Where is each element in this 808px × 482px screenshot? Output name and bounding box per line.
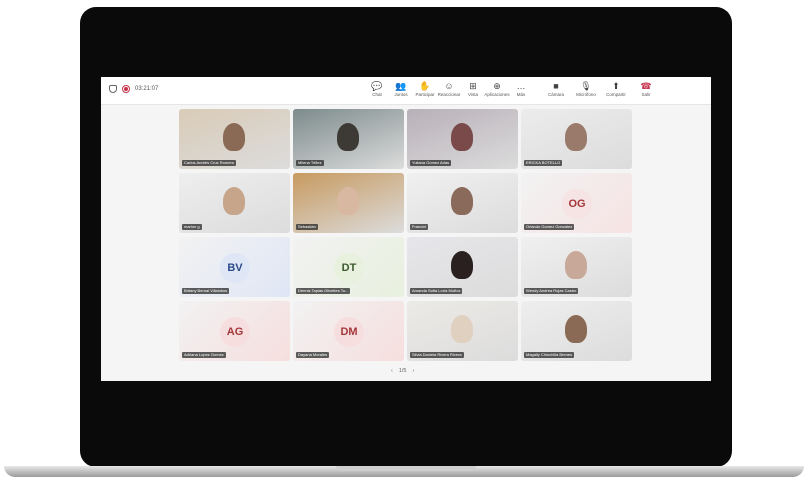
participant-tile[interactable]: Silvia Daniela Rivera Rivera (407, 301, 518, 361)
meeting-toolbar: 03:21:07 💬 Chat 👥 Juntos ✋ Participar ☺ Reaccio… (101, 77, 711, 105)
participant-figure (337, 123, 359, 151)
more-button[interactable]: … Más (509, 80, 533, 97)
toolbar-label: Reaccionar (437, 92, 461, 97)
participant-tile[interactable]: AG Adriana Lopez Gomez (179, 301, 290, 361)
participant-tile[interactable]: ERICKA BOTELLO (521, 109, 632, 169)
participant-tile[interactable]: DM Dayana Morales (293, 301, 404, 361)
toolbar-label: Juntos (394, 92, 408, 97)
participant-figure (451, 123, 473, 151)
participant-tile[interactable]: Magally Chinchilla Brenes (521, 301, 632, 361)
chat-button[interactable]: 💬 Chat (365, 80, 389, 97)
apps-icon: ⊕ (493, 81, 501, 91)
participant-name: Milena Téllez (296, 160, 324, 166)
participant-tile[interactable]: Sebastián (293, 173, 404, 233)
participant-figure (565, 123, 587, 151)
raise-hand-icon: ✋ (419, 81, 431, 91)
participant-name: Carlos Andrés Cruz Romero (182, 160, 237, 166)
participant-name: Adriana Lopez Gomez (182, 352, 226, 358)
participant-tile[interactable]: DT Dennis Tapias Olivettes To... (293, 237, 404, 297)
participant-figure (451, 187, 473, 215)
leave-icon: ☎ (640, 81, 652, 91)
people-icon: 👥 (395, 81, 407, 91)
react-icon: ☺ (444, 81, 454, 91)
view-button[interactable]: ⊞ Vista (461, 80, 485, 97)
toolbar-label: Vista (468, 92, 478, 97)
page-indicator: 1/5 (398, 368, 407, 374)
participant-tile[interactable]: BV Britany Bernal Villalobos (179, 237, 290, 297)
leave-button[interactable]: ☎ Salir (631, 80, 661, 97)
toolbar-label: Compartir (606, 92, 626, 97)
participant-name: Francini (410, 224, 429, 230)
microphone-icon: 🎙 (580, 81, 592, 91)
camera-icon: ■ (553, 81, 559, 91)
toolbar-label: Cámara (547, 92, 564, 97)
participant-tile[interactable]: Amanda Sofia Loría Muñoz (407, 237, 518, 297)
participant-tile[interactable]: Wendy Andrea Rojas Castro (521, 237, 632, 297)
participant-name: Dayana Morales (296, 352, 330, 358)
participant-name: Wendy Andrea Rojas Castro (524, 288, 579, 294)
meeting-timer: 03:21:07 (135, 86, 159, 92)
toolbar-label: Participar (415, 92, 435, 97)
share-button[interactable]: ⬆ Compartir (601, 80, 631, 97)
participant-avatar: DT (334, 253, 364, 283)
participant-avatar: DM (334, 317, 364, 347)
participant-tile[interactable]: Yuliana Gómez Arias (407, 109, 518, 169)
participant-avatar: AG (220, 317, 250, 347)
toolbar-label: Aplicaciones (484, 92, 510, 97)
participant-avatar: BV (220, 253, 250, 283)
next-page-button[interactable]: › (413, 368, 415, 374)
react-button[interactable]: ☺ Reaccionar (437, 80, 461, 97)
participant-tile[interactable]: Francini (407, 173, 518, 233)
chat-icon: 💬 (371, 81, 383, 91)
toolbar-actions: 💬 Chat 👥 Juntos ✋ Participar ☺ Reaccionar ⊞ Vista… (365, 80, 661, 97)
participant-name: Yuliana Gómez Arias (410, 160, 452, 166)
apps-button[interactable]: ⊕ Aplicaciones (484, 80, 510, 97)
participant-name: Silvia Daniela Rivera Rivera (410, 352, 464, 358)
share-icon: ⬆ (612, 81, 620, 91)
toolbar-label: Micrófono (576, 92, 596, 97)
participant-grid: Carlos Andrés Cruz Romero Milena Téllez Yu… (179, 109, 634, 365)
more-icon: … (516, 81, 526, 91)
participant-name: Amanda Sofia Loría Muñoz (410, 288, 463, 294)
pagination: ‹ 1/5 › (391, 368, 414, 374)
toolbar-label: Chat (372, 92, 382, 97)
participant-name: Magally Chinchilla Brenes (524, 352, 575, 358)
meeting-window: 03:21:07 💬 Chat 👥 Juntos ✋ Participar ☺ Reaccio… (101, 77, 711, 381)
participant-name: Britany Bernal Villalobos (182, 288, 230, 294)
participant-tile[interactable]: marlon g (179, 173, 290, 233)
participant-name: Dennis Tapias Olivettes To... (296, 288, 351, 294)
participant-figure (223, 187, 245, 215)
participant-figure (223, 123, 245, 151)
participant-figure (451, 315, 473, 343)
participant-figure (337, 187, 359, 215)
toolbar-label: Salir (641, 92, 651, 97)
toolbar-label: Más (516, 92, 526, 97)
raise-hand-button[interactable]: ✋ Participar (413, 80, 437, 97)
laptop-notch (336, 466, 476, 471)
microphone-button[interactable]: 🎙 Micrófono (571, 80, 601, 97)
participant-figure (565, 315, 587, 343)
participant-tile[interactable]: Milena Téllez (293, 109, 404, 169)
participant-name: marlon g (182, 224, 202, 230)
participant-name: ERICKA BOTELLO (524, 160, 563, 166)
participant-avatar: OG (562, 189, 592, 219)
participant-tile[interactable]: Carlos Andrés Cruz Romero (179, 109, 290, 169)
participant-name: Orlando Gomez Gonzalez (524, 224, 575, 230)
participant-figure (565, 251, 587, 279)
participant-name: Sebastián (296, 224, 318, 230)
participant-figure (451, 251, 473, 279)
participant-tile[interactable]: OG Orlando Gomez Gonzalez (521, 173, 632, 233)
recording-icon (122, 85, 130, 93)
camera-button[interactable]: ■ Cámara (541, 80, 571, 97)
prev-page-button[interactable]: ‹ (391, 368, 393, 374)
people-button[interactable]: 👥 Juntos (389, 80, 413, 97)
shield-icon (109, 85, 117, 93)
view-icon: ⊞ (469, 81, 477, 91)
